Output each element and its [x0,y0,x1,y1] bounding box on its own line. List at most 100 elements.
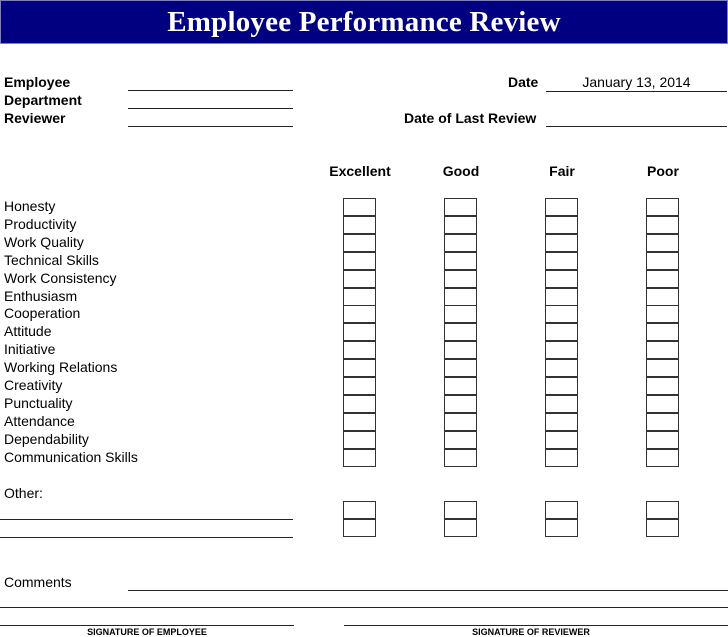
rating-checkbox-poor[interactable] [646,394,679,413]
rating-checkbox-excellent[interactable] [343,323,376,342]
other-rating-checkbox-good[interactable] [444,501,477,519]
comments-line-2[interactable] [0,607,728,608]
rating-checkbox-poor[interactable] [646,448,679,467]
title-bar: Employee Performance Review [0,0,728,44]
rating-checkbox-poor[interactable] [646,233,679,252]
rating-checkbox-fair[interactable] [545,305,578,324]
rating-checkbox-good[interactable] [444,430,477,449]
rating-checkbox-good[interactable] [444,269,477,288]
criterion-label: Technical Skills [4,251,99,268]
rating-checkbox-excellent[interactable] [343,198,376,216]
rating-checkbox-poor[interactable] [646,287,679,306]
rating-checkbox-good[interactable] [444,305,477,324]
column-fair: Fair [549,163,575,179]
employee-signature-line[interactable] [0,625,294,626]
other-rating-checkbox-fair[interactable] [545,501,578,519]
comments-label: Comments [4,574,72,590]
rating-checkbox-fair[interactable] [545,233,578,252]
rating-checkbox-fair[interactable] [545,323,578,342]
rating-checkbox-excellent[interactable] [343,305,376,324]
criterion-label: Working Relations [4,359,118,376]
other-rating-checkbox-good[interactable] [444,519,477,537]
last-review-label: Date of Last Review [404,110,537,126]
rating-checkbox-fair[interactable] [545,269,578,288]
rating-checkbox-good[interactable] [444,323,477,342]
comments-line-1[interactable] [128,590,728,591]
reviewer-field[interactable] [128,126,293,127]
last-review-field[interactable] [546,126,727,127]
column-excellent: Excellent [329,163,391,179]
criterion-label: Productivity [4,215,77,232]
rating-checkbox-excellent[interactable] [343,430,376,449]
criterion-label: Work Quality [4,233,84,250]
rating-checkbox-excellent[interactable] [343,341,376,360]
other-rating-checkbox-excellent[interactable] [343,519,376,537]
rating-checkbox-good[interactable] [444,448,477,467]
rating-checkbox-fair[interactable] [545,215,578,234]
rating-checkbox-excellent[interactable] [343,377,376,395]
rating-checkbox-good[interactable] [444,377,477,395]
criterion-label: Cooperation [4,305,81,322]
rating-checkbox-excellent[interactable] [343,233,376,252]
rating-checkbox-excellent[interactable] [343,251,376,270]
rating-checkbox-fair[interactable] [545,287,578,306]
rating-checkbox-poor[interactable] [646,341,679,360]
rating-checkbox-good[interactable] [444,394,477,413]
rating-checkbox-excellent[interactable] [343,269,376,288]
other-label: Other: [4,485,43,501]
criterion-label: Attitude [4,323,52,340]
rating-checkbox-good[interactable] [444,233,477,252]
employee-field[interactable] [128,90,293,91]
rating-checkbox-good[interactable] [444,215,477,234]
rating-checkbox-excellent[interactable] [343,287,376,306]
reviewer-signature-line[interactable] [344,625,728,626]
rating-checkbox-poor[interactable] [646,215,679,234]
rating-checkbox-fair[interactable] [545,377,578,395]
rating-checkbox-good[interactable] [444,359,477,378]
other-rating-checkbox-fair[interactable] [545,519,578,537]
rating-checkbox-poor[interactable] [646,412,679,431]
rating-checkbox-excellent[interactable] [343,359,376,378]
criterion-label: Punctuality [4,394,73,411]
rating-checkbox-fair[interactable] [545,341,578,360]
department-field[interactable] [128,108,293,109]
rating-checkbox-good[interactable] [444,287,477,306]
rating-checkbox-fair[interactable] [545,359,578,378]
rating-checkbox-fair[interactable] [545,412,578,431]
rating-checkbox-poor[interactable] [646,430,679,449]
rating-checkbox-poor[interactable] [646,377,679,395]
employee-label: Employee [4,74,71,90]
rating-checkbox-good[interactable] [444,198,477,216]
rating-checkbox-good[interactable] [444,341,477,360]
criterion-label: Work Consistency [4,269,117,286]
date-field[interactable] [546,91,727,92]
reviewer-label: Reviewer [4,110,66,126]
other-rating-checkbox-excellent[interactable] [343,501,376,519]
criterion-label: Attendance [4,412,75,429]
rating-checkbox-good[interactable] [444,412,477,431]
rating-checkbox-excellent[interactable] [343,448,376,467]
criterion-label: Dependability [4,430,89,447]
rating-checkbox-poor[interactable] [646,198,679,216]
rating-checkbox-good[interactable] [444,251,477,270]
other-line-1[interactable] [0,519,293,520]
rating-checkbox-excellent[interactable] [343,412,376,431]
rating-checkbox-poor[interactable] [646,323,679,342]
rating-checkbox-poor[interactable] [646,305,679,324]
criterion-label: Enthusiasm [4,287,78,304]
rating-checkbox-fair[interactable] [545,394,578,413]
other-line-2[interactable] [0,537,293,538]
other-rating-checkbox-poor[interactable] [646,501,679,519]
rating-checkbox-fair[interactable] [545,448,578,467]
rating-checkbox-excellent[interactable] [343,215,376,234]
rating-checkbox-excellent[interactable] [343,394,376,413]
rating-checkbox-fair[interactable] [545,430,578,449]
rating-checkbox-fair[interactable] [545,198,578,216]
rating-checkbox-poor[interactable] [646,251,679,270]
other-rating-checkbox-poor[interactable] [646,519,679,537]
column-good: Good [442,163,480,179]
rating-checkbox-poor[interactable] [646,359,679,378]
rating-checkbox-poor[interactable] [646,269,679,288]
criterion-label: Initiative [4,341,56,358]
rating-checkbox-fair[interactable] [545,251,578,270]
